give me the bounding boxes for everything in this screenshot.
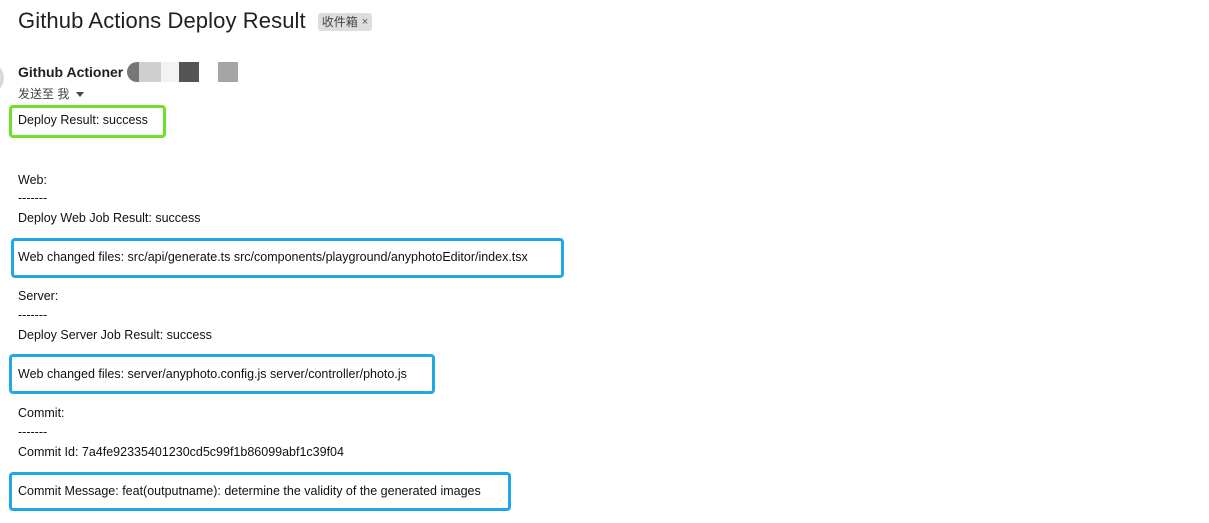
chevron-down-icon bbox=[76, 91, 85, 97]
inbox-label-chip[interactable]: 收件箱 × bbox=[317, 13, 373, 31]
server-changed-files: Web changed files: server/anyphoto.confi… bbox=[18, 367, 407, 381]
email-subject-row: Github Actions Deploy Result 收件箱 × bbox=[18, 8, 373, 34]
server-section-header: Server: bbox=[18, 289, 59, 303]
email-subject: Github Actions Deploy Result bbox=[18, 8, 306, 33]
server-job-result: Deploy Server Job Result: success bbox=[18, 328, 212, 342]
recipient-text: 发送至 我 bbox=[18, 87, 70, 101]
remove-label-icon[interactable]: × bbox=[362, 14, 368, 30]
commit-message: Commit Message: feat(outputname): determ… bbox=[18, 484, 481, 498]
recipient-details-toggle[interactable]: 发送至 我 bbox=[18, 85, 85, 102]
sender-name[interactable]: Github Actioner bbox=[18, 64, 123, 80]
commit-separator: ------- bbox=[18, 425, 48, 439]
avatar bbox=[0, 62, 4, 94]
sender-row: Github Actioner bbox=[18, 62, 239, 82]
deploy-result-text: Deploy Result: success bbox=[18, 113, 148, 127]
web-separator: ------- bbox=[18, 191, 48, 205]
server-separator: ------- bbox=[18, 308, 48, 322]
email-view: Github Actions Deploy Result 收件箱 × Githu… bbox=[0, 0, 1209, 523]
web-changed-files: Web changed files: src/api/generate.ts s… bbox=[18, 250, 528, 264]
commit-id: Commit Id: 7a4fe92335401230cd5c99f1b8609… bbox=[18, 445, 344, 459]
inbox-label-text: 收件箱 bbox=[321, 15, 358, 29]
commit-section-header: Commit: bbox=[18, 406, 65, 420]
web-job-result: Deploy Web Job Result: success bbox=[18, 211, 201, 225]
web-section-header: Web: bbox=[18, 173, 47, 187]
redacted-email-address bbox=[127, 62, 239, 82]
